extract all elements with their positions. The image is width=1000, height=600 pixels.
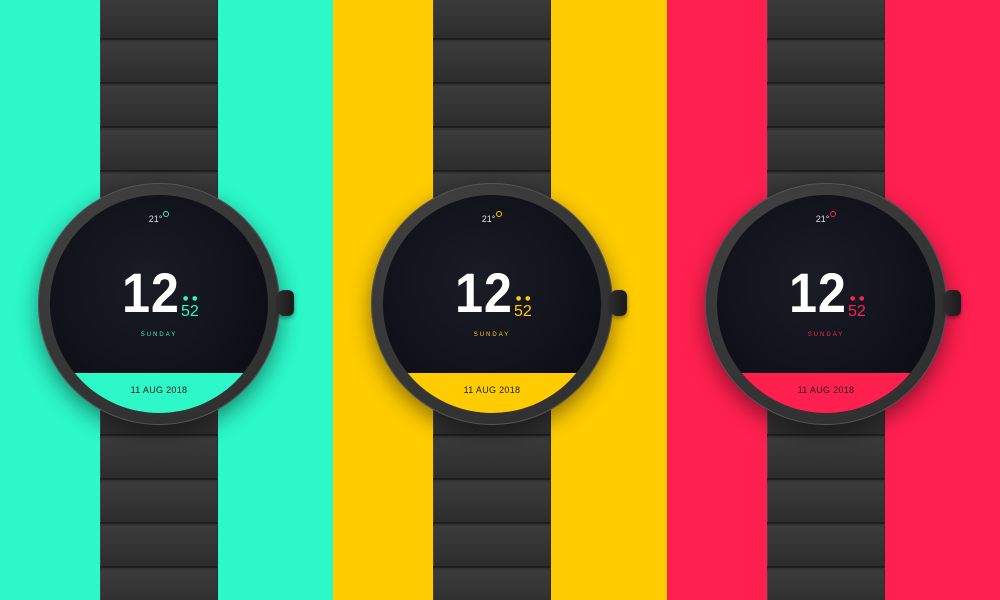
strap-link <box>100 0 218 40</box>
minute-digits: 52 <box>181 303 199 320</box>
strap-link <box>433 526 551 568</box>
strap-link <box>433 42 551 84</box>
strap-link <box>767 0 885 40</box>
watch-panel-yellow: 21° 12 ● ● 52 SUNDAY 11 AUG 2018 <box>333 0 667 600</box>
strap-link <box>433 438 551 480</box>
strap-link <box>100 42 218 84</box>
strap-link <box>100 438 218 480</box>
strap-link <box>767 86 885 128</box>
minute-digits: 52 <box>514 303 532 320</box>
strap-link <box>767 42 885 84</box>
strap-link <box>767 130 885 172</box>
temperature-readout: 21° <box>383 211 601 224</box>
weekday-label: SUNDAY <box>140 332 178 338</box>
strap-link <box>433 482 551 524</box>
strap-link <box>433 570 551 600</box>
watch-face: 21° 12 ● ● 52 SUNDAY 11 AUG 2018 <box>383 195 601 413</box>
watch-face: 21° 12 ● ● 52 SUNDAY 11 AUG 2018 <box>50 195 268 413</box>
date-label: 11 AUG 2018 <box>797 385 855 395</box>
watch-panel-teal: 21° 12 ● ● 52 SUNDAY 11 AUG 2018 <box>0 0 334 600</box>
watch-panel-red: 21° 12 ● ● 52 SUNDAY 11 AUG 2018 <box>667 0 1000 600</box>
weekday-label: SUNDAY <box>807 332 845 338</box>
strap-link <box>433 0 551 40</box>
strap-link <box>100 86 218 128</box>
temperature-value: 21° <box>815 214 830 224</box>
temperature-value: 21° <box>481 214 496 224</box>
strap-link <box>100 482 218 524</box>
date-label: 11 AUG 2018 <box>130 385 188 395</box>
strap-link <box>767 526 885 568</box>
minute-separator-icon: ● ● <box>850 295 866 302</box>
temperature-value: 21° <box>148 214 163 224</box>
minute-separator-icon: ● ● <box>183 295 199 302</box>
strap-link <box>100 526 218 568</box>
strap-link <box>100 130 218 172</box>
watch-showcase: 21° 12 ● ● 52 SUNDAY 11 AUG 2018 21° 12 … <box>0 0 1000 600</box>
weather-dot-icon <box>496 211 503 217</box>
strap-link <box>100 570 218 600</box>
strap-link <box>767 570 885 600</box>
hour-digits: 12 <box>789 261 847 324</box>
weather-dot-icon <box>163 211 170 217</box>
date-label: 11 AUG 2018 <box>463 385 521 395</box>
hour-digits: 12 <box>455 261 513 324</box>
watch-face: 21° 12 ● ● 52 SUNDAY 11 AUG 2018 <box>717 195 935 413</box>
weather-dot-icon <box>830 211 837 217</box>
watch-crown-button[interactable] <box>278 290 294 316</box>
temperature-readout: 21° <box>50 211 268 224</box>
strap-link <box>433 130 551 172</box>
watch-crown-button[interactable] <box>945 290 961 316</box>
minute-digits: 52 <box>848 303 866 320</box>
minute-separator-icon: ● ● <box>516 295 532 302</box>
hour-digits: 12 <box>122 261 180 324</box>
strap-link <box>767 438 885 480</box>
strap-link <box>433 86 551 128</box>
weekday-label: SUNDAY <box>473 332 511 338</box>
strap-link <box>767 482 885 524</box>
watch-crown-button[interactable] <box>611 290 627 316</box>
temperature-readout: 21° <box>717 211 935 224</box>
